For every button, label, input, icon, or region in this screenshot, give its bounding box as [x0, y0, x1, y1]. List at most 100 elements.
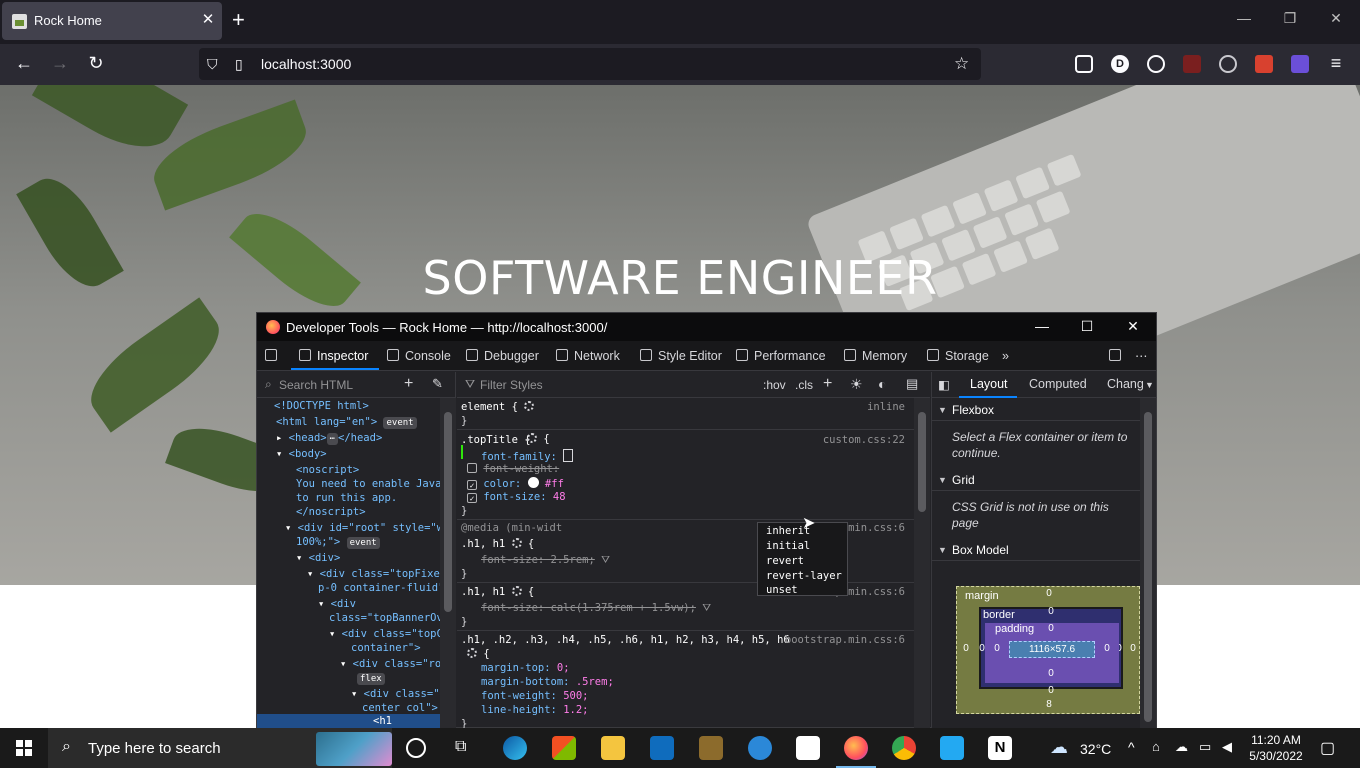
- tray-cloud-icon[interactable]: ☁: [1175, 739, 1188, 755]
- decl-margin-top[interactable]: margin-top: 0;: [481, 662, 570, 674]
- decl-fs-calc[interactable]: font-size: calc(1.375rem + 1.5vw); ⛛: [481, 602, 711, 615]
- restore-icon[interactable]: ❐: [1275, 10, 1305, 27]
- tree-div[interactable]: ▾ <div>: [296, 552, 340, 564]
- volume-icon[interactable]: ◀: [1222, 739, 1232, 755]
- rule-h1-a[interactable]: .h1, h1 {: [461, 538, 534, 550]
- extension-arrow-icon[interactable]: [1219, 55, 1237, 73]
- html-tree[interactable]: <!DOCTYPE html> <html lang="en"> event ▸…: [257, 398, 440, 728]
- tray-app-icon[interactable]: ⌂: [1152, 739, 1160, 754]
- layout-scrollbar[interactable]: [1140, 398, 1156, 728]
- tree-selected-row[interactable]: [257, 714, 440, 728]
- bm-margin-top[interactable]: 0: [1043, 588, 1055, 599]
- new-tab-icon[interactable]: +: [232, 9, 245, 31]
- bookmark-star-icon[interactable]: ☆: [954, 54, 969, 74]
- decl-checkbox[interactable]: [467, 463, 477, 473]
- tab-performance[interactable]: Performance: [736, 341, 826, 371]
- clock-date[interactable]: 5/30/2022: [1246, 749, 1306, 763]
- tree-div-col[interactable]: ▾ <div class="t: [351, 688, 440, 700]
- url-bar[interactable]: ⛉ ▯ localhost:3000 ☆: [199, 48, 981, 80]
- decl-font-size[interactable]: ✓ font-size: 48: [467, 491, 566, 503]
- hov-button[interactable]: :hov: [763, 378, 786, 392]
- chevron-down-icon[interactable]: ▼: [1145, 380, 1154, 390]
- decl-font-weight-500[interactable]: font-weight: 500;: [481, 690, 588, 702]
- value-editor-input[interactable]: [563, 449, 574, 462]
- bm-padding-top[interactable]: 0: [1045, 623, 1057, 634]
- clock-time[interactable]: 11:20 AM: [1246, 733, 1306, 747]
- dock-options-icon[interactable]: [1109, 341, 1127, 371]
- shield-icon[interactable]: ⛉: [207, 56, 218, 73]
- light-scheme-icon[interactable]: ☀: [850, 376, 863, 393]
- tab-network[interactable]: Network: [556, 341, 620, 371]
- network-icon[interactable]: ▭: [1199, 739, 1211, 755]
- event-badge[interactable]: event: [346, 537, 380, 549]
- tab-inspector[interactable]: Inspector: [299, 341, 368, 371]
- reload-icon[interactable]: ↻: [84, 53, 108, 74]
- devtools-minimize-icon[interactable]: —: [1027, 318, 1057, 334]
- tab-computed[interactable]: Computed: [1029, 377, 1087, 391]
- color-swatch[interactable]: [527, 477, 539, 488]
- taskbar-search-input[interactable]: Type here to search: [88, 740, 221, 757]
- tray-chevron-icon[interactable]: ^: [1128, 739, 1135, 755]
- extension-orange-icon[interactable]: [1255, 55, 1273, 73]
- eyedropper-icon[interactable]: ✎: [432, 376, 443, 392]
- bm-border-bottom[interactable]: 0: [1045, 685, 1057, 696]
- bm-content-size[interactable]: 1116×57.6: [1009, 641, 1095, 658]
- flex-badge[interactable]: flex: [357, 672, 385, 685]
- decl-fs-25[interactable]: font-size: 2.5rem; ⛛: [481, 554, 610, 567]
- close-window-icon[interactable]: ✕: [1321, 10, 1351, 27]
- gear-icon[interactable]: [524, 401, 535, 411]
- vscode-icon[interactable]: [940, 736, 964, 760]
- globe-icon[interactable]: [1147, 55, 1165, 73]
- flexbox-section-header[interactable]: ▼ Flexbox: [932, 399, 1140, 421]
- tab-memory[interactable]: Memory: [844, 341, 907, 371]
- rule-toptitle[interactable]: .topTitle {: [461, 434, 531, 446]
- tree-div-topco[interactable]: ▾ <div class="topCo: [329, 628, 440, 640]
- edge-icon[interactable]: [503, 736, 527, 760]
- autocomplete-item[interactable]: revert: [766, 555, 804, 567]
- tab-console[interactable]: Console: [387, 341, 451, 371]
- extension-purple-icon[interactable]: [1291, 55, 1309, 73]
- chrome-icon[interactable]: [892, 736, 916, 760]
- file-explorer-icon[interactable]: [601, 736, 625, 760]
- notifications-icon[interactable]: ▢: [1320, 738, 1335, 758]
- notion-icon[interactable]: N: [988, 736, 1012, 760]
- taskbar-search-box[interactable]: ⌕ Type here to search: [48, 728, 392, 768]
- pick-element-icon[interactable]: [265, 341, 283, 371]
- decl-line-height[interactable]: line-height: 1.2;: [481, 704, 588, 716]
- gear-icon[interactable]: {: [527, 433, 550, 445]
- decl-margin-bottom[interactable]: margin-bottom: .5rem;: [481, 676, 614, 688]
- tree-div-banner[interactable]: ▾ <div: [318, 598, 356, 610]
- decl-font-family[interactable]: font-family:: [481, 449, 574, 463]
- page-info-icon[interactable]: ▯: [235, 56, 243, 73]
- onedrive-icon[interactable]: [748, 736, 772, 760]
- back-icon[interactable]: ←: [12, 53, 36, 74]
- boxmodel-section-header[interactable]: ▼ Box Model: [932, 539, 1140, 561]
- decl-checkbox[interactable]: ✓: [467, 493, 477, 503]
- bm-margin-right[interactable]: 0: [1127, 643, 1139, 654]
- rule-source-bootstrap[interactable]: bootstrap.min.css:6: [785, 634, 905, 646]
- print-media-icon[interactable]: ▤: [906, 376, 918, 392]
- autocomplete-item[interactable]: initial: [766, 540, 810, 552]
- bm-margin-bottom[interactable]: 8: [1043, 699, 1055, 710]
- bm-padding-bottom[interactable]: 0: [1045, 668, 1057, 679]
- rules-scrollbar[interactable]: [914, 398, 930, 728]
- menu-hamburger-icon[interactable]: ≡: [1324, 53, 1348, 74]
- bm-margin-left[interactable]: 0: [960, 643, 972, 654]
- filter-styles-input[interactable]: Filter Styles: [480, 378, 543, 392]
- gear-icon[interactable]: [467, 648, 477, 658]
- rule-source-custom[interactable]: custom.css:22: [823, 434, 905, 446]
- weather-cloud-icon[interactable]: ☁: [1050, 737, 1068, 758]
- tab-changes[interactable]: Chang: [1107, 377, 1144, 391]
- gear-icon[interactable]: [511, 586, 522, 596]
- cortana-icon[interactable]: [406, 738, 426, 758]
- html-tree-scrollbar[interactable]: [440, 398, 456, 728]
- event-badge[interactable]: event: [383, 417, 417, 429]
- tab-layout[interactable]: Layout: [970, 377, 1008, 391]
- tree-div-root[interactable]: ▾ <div id="root" style="wi: [285, 522, 440, 534]
- more-tools-chevron-icon[interactable]: »: [1002, 341, 1009, 371]
- snipping-tool-icon[interactable]: [796, 736, 820, 760]
- rule-element[interactable]: element {: [461, 401, 535, 413]
- mail-icon[interactable]: [650, 736, 674, 760]
- extension-red-icon[interactable]: [1183, 55, 1201, 73]
- bm-padding-left[interactable]: 0: [991, 643, 1003, 654]
